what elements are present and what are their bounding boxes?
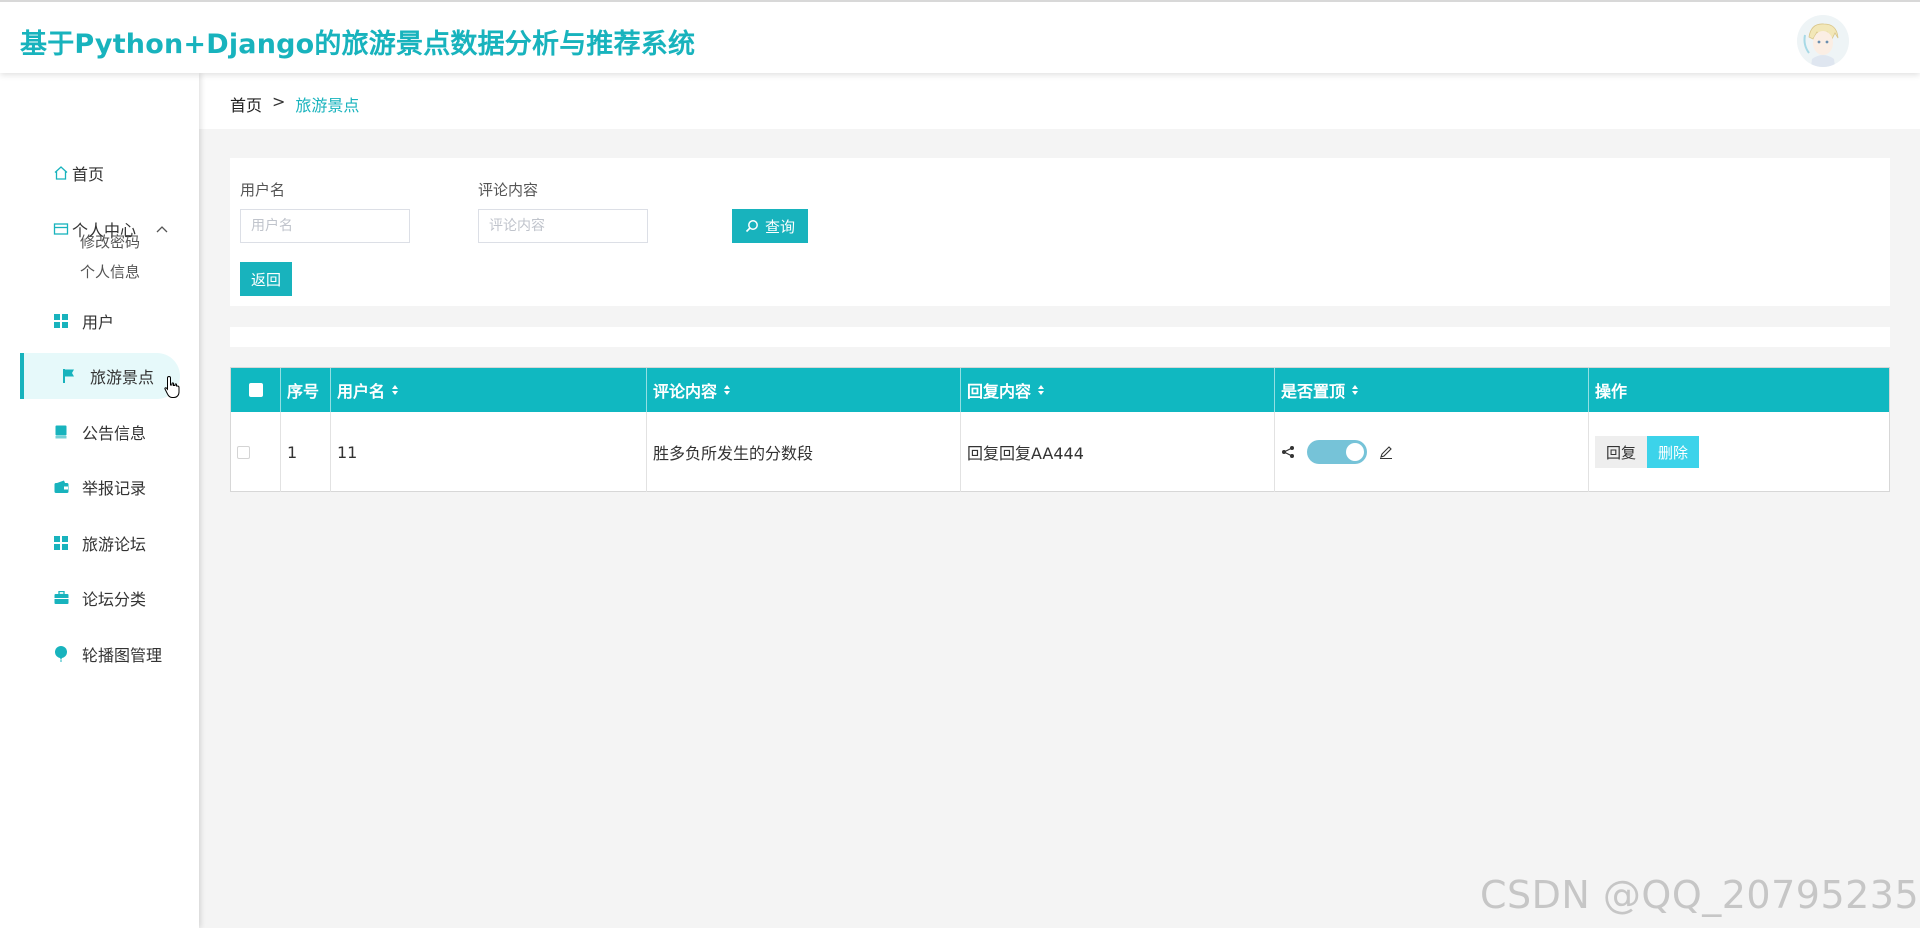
- hand-cursor-icon: [163, 375, 181, 403]
- sidebar-item-users[interactable]: 用户: [20, 298, 180, 344]
- column-header-reply[interactable]: 回复内容: [961, 368, 1275, 412]
- cell-username: 11: [331, 412, 647, 492]
- sort-icon[interactable]: [1351, 384, 1359, 396]
- share-icon[interactable]: [1281, 445, 1295, 459]
- sidebar-item-announcements[interactable]: 公告信息: [20, 409, 180, 455]
- user-avatar[interactable]: [1797, 15, 1849, 67]
- top-header: 基于Python+Django的旅游景点数据分析与推荐系统: [0, 0, 1920, 73]
- flag-icon: [60, 367, 78, 385]
- delete-button[interactable]: 删除: [1647, 436, 1700, 468]
- sidebar-item-label: 论坛分类: [82, 590, 147, 609]
- column-header-username[interactable]: 用户名: [331, 368, 647, 412]
- grid-icon: [52, 312, 70, 330]
- sidebar-item-reports[interactable]: 举报记录: [20, 464, 180, 510]
- breadcrumb-current: 旅游景点: [295, 96, 360, 115]
- wallet-icon: [52, 478, 70, 496]
- sidebar-subitem-personal-info[interactable]: 个人信息: [80, 261, 140, 282]
- sidebar-item-label: 轮播图管理: [82, 646, 163, 665]
- username-label: 用户名: [240, 181, 286, 199]
- balloon-icon: [52, 645, 70, 663]
- breadcrumb: 首页 > 旅游景点: [230, 92, 359, 116]
- reply-button[interactable]: 回复: [1595, 436, 1648, 468]
- sidebar-item-home[interactable]: 首页: [20, 150, 180, 196]
- comments-table: 序号 用户名 评论内容 回复内容 是否置顶 操作 1 11 胜多负所发生的分数段…: [230, 367, 1890, 492]
- sort-icon[interactable]: [391, 384, 399, 396]
- back-button[interactable]: 返回: [240, 262, 292, 296]
- sidebar-subitem-change-password[interactable]: 修改密码: [80, 231, 140, 252]
- toolbar-strip: [230, 327, 1890, 347]
- username-input[interactable]: [240, 209, 410, 243]
- chevron-up-icon[interactable]: [156, 225, 168, 233]
- column-header-content[interactable]: 评论内容: [647, 368, 961, 412]
- sidebar-item-forum[interactable]: 旅游论坛: [20, 520, 180, 566]
- book-icon: [52, 423, 70, 441]
- column-header-actions: 操作: [1595, 382, 1628, 401]
- sidebar-item-attractions[interactable]: 旅游景点: [20, 353, 180, 399]
- sidebar-item-label: 旅游景点: [90, 368, 155, 387]
- row-select[interactable]: [231, 412, 281, 492]
- column-header-index: 序号: [281, 368, 331, 412]
- card-icon: [52, 220, 70, 238]
- search-icon: [745, 219, 759, 233]
- query-button[interactable]: 查询: [732, 209, 808, 243]
- cell-pinned: [1275, 412, 1589, 492]
- sort-icon[interactable]: [723, 384, 731, 396]
- home-icon: [52, 164, 70, 182]
- cell-index: 1: [281, 412, 331, 492]
- content-label: 评论内容: [478, 181, 539, 199]
- cell-actions: 回复 删除: [1589, 412, 1889, 492]
- sidebar-item-label: 公告信息: [82, 424, 147, 443]
- toggle-knob: [1346, 443, 1364, 461]
- sidebar-item-forum-categories[interactable]: 论坛分类: [20, 575, 180, 621]
- briefcase-icon: [52, 589, 70, 607]
- breadcrumb-home[interactable]: 首页: [230, 92, 262, 116]
- edit-icon[interactable]: [1379, 445, 1393, 459]
- column-header-pinned[interactable]: 是否置顶: [1275, 368, 1589, 412]
- search-panel: 用户名 评论内容 查询 返回: [230, 158, 1890, 306]
- header-select-all[interactable]: [231, 368, 281, 412]
- pinned-toggle[interactable]: [1307, 440, 1367, 464]
- sidebar-item-label: 旅游论坛: [82, 535, 147, 554]
- cell-content: 胜多负所发生的分数段: [647, 412, 961, 492]
- query-button-label: 查询: [764, 217, 795, 236]
- breadcrumb-separator: >: [272, 92, 286, 111]
- select-all-checkbox[interactable]: [248, 383, 263, 397]
- grid-icon: [52, 534, 70, 552]
- sidebar: 首页 个人中心 修改密码 个人信息 用户 旅游景点 公告信息 举报记录 旅游论坛…: [0, 73, 199, 928]
- sort-icon[interactable]: [1037, 384, 1045, 396]
- row-checkbox[interactable]: [237, 445, 250, 459]
- watermark: CSDN @QQ_2079523559: [1480, 873, 1920, 917]
- table-header: 序号 用户名 评论内容 回复内容 是否置顶 操作: [231, 368, 1889, 412]
- sidebar-item-label: 用户: [82, 313, 115, 332]
- sidebar-item-label: 首页: [72, 165, 105, 184]
- content-input[interactable]: [478, 209, 648, 243]
- breadcrumb-bar: 首页 > 旅游景点: [199, 73, 1920, 129]
- cell-reply: 回复回复AA444: [961, 412, 1275, 492]
- sidebar-item-carousel[interactable]: 轮播图管理: [20, 631, 180, 677]
- app-title: 基于Python+Django的旅游景点数据分析与推荐系统: [20, 29, 696, 60]
- sidebar-item-label: 举报记录: [82, 479, 147, 498]
